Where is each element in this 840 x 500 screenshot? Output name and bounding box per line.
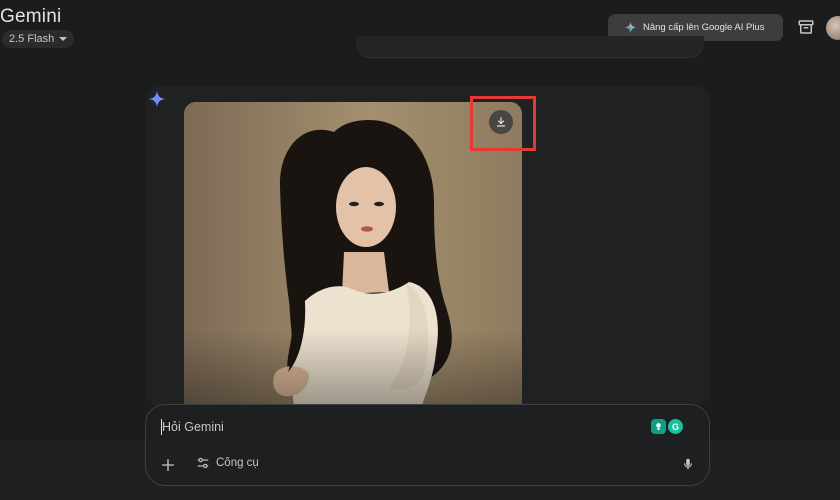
tools-label: Công cụ <box>216 457 259 469</box>
previous-message-bubble <box>356 36 704 58</box>
model-label: 2.5 Flash <box>9 33 55 45</box>
extension-icon[interactable] <box>651 419 666 434</box>
app-title: Gemini <box>0 6 62 27</box>
prompt-input[interactable]: Hỏi Gemini <box>161 419 224 435</box>
archive-icon[interactable] <box>797 18 815 36</box>
gemini-spark-icon <box>625 22 636 33</box>
avatar[interactable] <box>826 16 840 40</box>
upgrade-label: Nâng cấp lên Google AI Plus <box>643 22 765 33</box>
tools-icon <box>197 457 209 469</box>
tools-button[interactable]: Công cụ <box>196 456 259 470</box>
grammar-extension-icon[interactable]: G <box>668 419 683 434</box>
plus-icon[interactable] <box>160 457 176 473</box>
mic-icon[interactable] <box>681 456 695 472</box>
caret-down-icon <box>59 37 68 41</box>
highlight-annotation-box <box>470 96 536 151</box>
extension-badges: G <box>651 419 683 434</box>
prompt-composer[interactable]: Hỏi Gemini G Công cụ <box>145 404 710 486</box>
model-picker[interactable]: 2.5 Flash <box>2 30 75 48</box>
gemini-sparkle-icon <box>148 90 166 108</box>
